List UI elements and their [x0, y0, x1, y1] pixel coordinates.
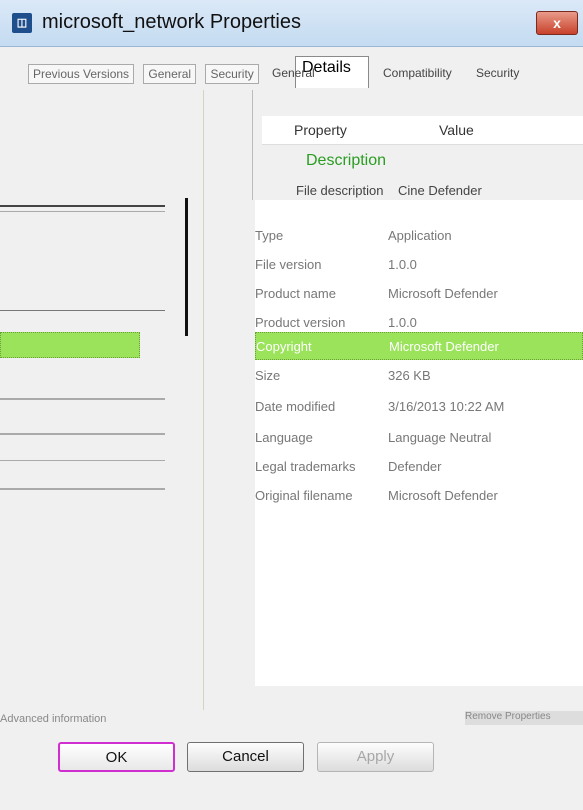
- advanced-info-link[interactable]: Advanced information: [0, 713, 106, 725]
- section-heading: Description: [306, 152, 387, 169]
- column-header-value[interactable]: Value: [439, 122, 474, 138]
- divider: [0, 211, 165, 212]
- table-row[interactable]: Original filename Microsoft Defender: [255, 482, 583, 510]
- file-description-label: File description: [296, 183, 384, 198]
- table-row-selected[interactable]: Copyright Microsoft Defender: [255, 332, 583, 360]
- row-value: Microsoft Defender: [389, 339, 499, 354]
- title-bar: ◫ microsoft_network Properties x: [0, 0, 583, 47]
- divider: [0, 310, 165, 311]
- table-row[interactable]: File version 1.0.0: [255, 251, 583, 279]
- selected-row: [0, 332, 140, 358]
- row-value: Microsoft Defender: [388, 286, 498, 301]
- table-row[interactable]: Product name Microsoft Defender: [255, 280, 583, 308]
- background-tab: General: [143, 64, 197, 84]
- table-row[interactable]: Legal trademarks Defender: [255, 453, 583, 481]
- close-icon: x: [553, 15, 561, 31]
- row-value: Defender: [388, 459, 442, 474]
- remove-properties-link[interactable]: Remove Properties: [465, 711, 583, 725]
- row-property: Date modified: [255, 399, 336, 414]
- column-header-property[interactable]: Property: [294, 122, 347, 138]
- row-value: 1.0.0: [388, 257, 417, 272]
- row-property: Size: [255, 368, 281, 383]
- divider: [185, 198, 188, 336]
- row-value: Language Neutral: [388, 430, 492, 445]
- row-property: File version: [255, 257, 322, 272]
- properties-icon: ◫: [12, 13, 32, 33]
- background-tab: Previous Versions: [28, 64, 135, 84]
- table-row[interactable]: Type Application: [255, 222, 583, 250]
- close-button[interactable]: x: [536, 11, 578, 35]
- table-row[interactable]: Language Language Neutral: [255, 424, 583, 452]
- divider: [0, 433, 165, 435]
- background-tab-strip: Previous Versions General Security: [28, 64, 265, 84]
- row-value: 1.0.0: [388, 315, 417, 330]
- file-description-value: Cine Defender: [398, 183, 482, 198]
- divider: [203, 90, 204, 710]
- background-tab: Security: [205, 64, 259, 84]
- row-property: Type: [255, 228, 284, 243]
- row-property: Language: [255, 430, 313, 445]
- row-property: Legal trademarks: [255, 459, 356, 474]
- table-row[interactable]: Date modified 3/16/2013 10:22 AM: [255, 393, 583, 421]
- row-property: Product name: [255, 286, 336, 301]
- tab-general[interactable]: General: [272, 66, 315, 80]
- row-property: Original filename: [255, 488, 353, 503]
- ok-button[interactable]: OK: [58, 742, 175, 772]
- tab-compatibility[interactable]: Compatibility: [383, 66, 452, 80]
- row-value: 3/16/2013 10:22 AM: [388, 399, 505, 414]
- table-row[interactable]: Size 326 KB: [255, 362, 583, 390]
- apply-button[interactable]: Apply: [317, 742, 434, 772]
- row-value: 326 KB: [388, 368, 431, 383]
- divider: [0, 488, 165, 490]
- divider: [0, 398, 165, 400]
- row-value: Application: [388, 228, 452, 243]
- properties-table: Type Application File version 1.0.0 Prod…: [255, 200, 583, 686]
- row-property: Product version: [255, 315, 346, 330]
- row-value: Microsoft Defender: [388, 488, 498, 503]
- tab-security[interactable]: Security: [476, 66, 519, 80]
- divider: [0, 460, 165, 461]
- divider: [0, 205, 165, 207]
- table-header: Property Value: [262, 116, 583, 145]
- divider: [252, 90, 253, 200]
- cancel-button[interactable]: Cancel: [187, 742, 304, 772]
- window-title: microsoft_network Properties: [42, 11, 301, 33]
- row-property: Copyright: [256, 339, 312, 354]
